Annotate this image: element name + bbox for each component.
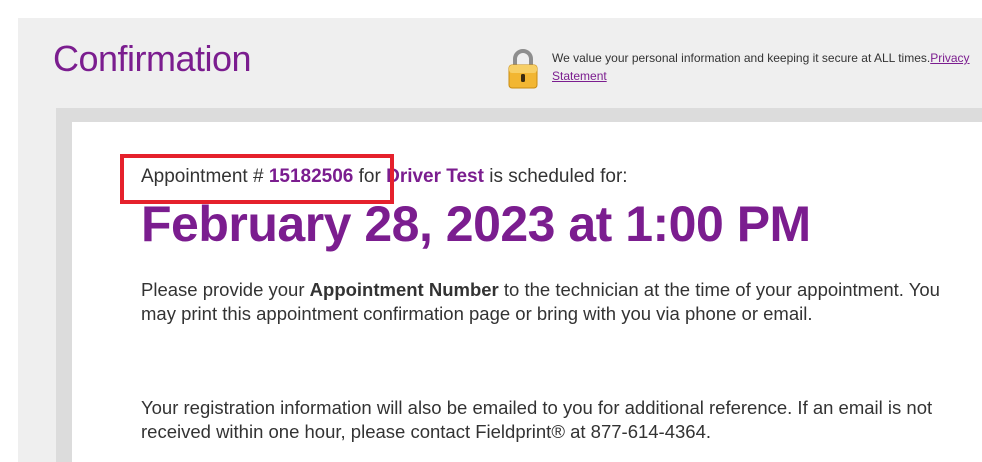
p1-before: Please provide your: [141, 279, 310, 300]
privacy-notice: We value your personal information and k…: [552, 49, 980, 85]
appointment-datetime: February 28, 2023 at 1:00 PM: [141, 196, 811, 252]
confirmation-page: Confirmation We value your personal info…: [0, 0, 982, 462]
page-title: Confirmation: [53, 38, 252, 79]
privacy-text: We value your personal information and k…: [552, 51, 931, 65]
padlock-icon: [508, 49, 538, 89]
appointment-suffix: is scheduled for:: [483, 166, 628, 187]
appointment-service: Driver Test: [386, 166, 484, 187]
email-notice-paragraph: Your registration information will also …: [141, 397, 933, 442]
instructions-paragraph: Please provide your Appointment Number t…: [141, 278, 961, 326]
p1-bold: Appointment Number: [309, 279, 499, 300]
